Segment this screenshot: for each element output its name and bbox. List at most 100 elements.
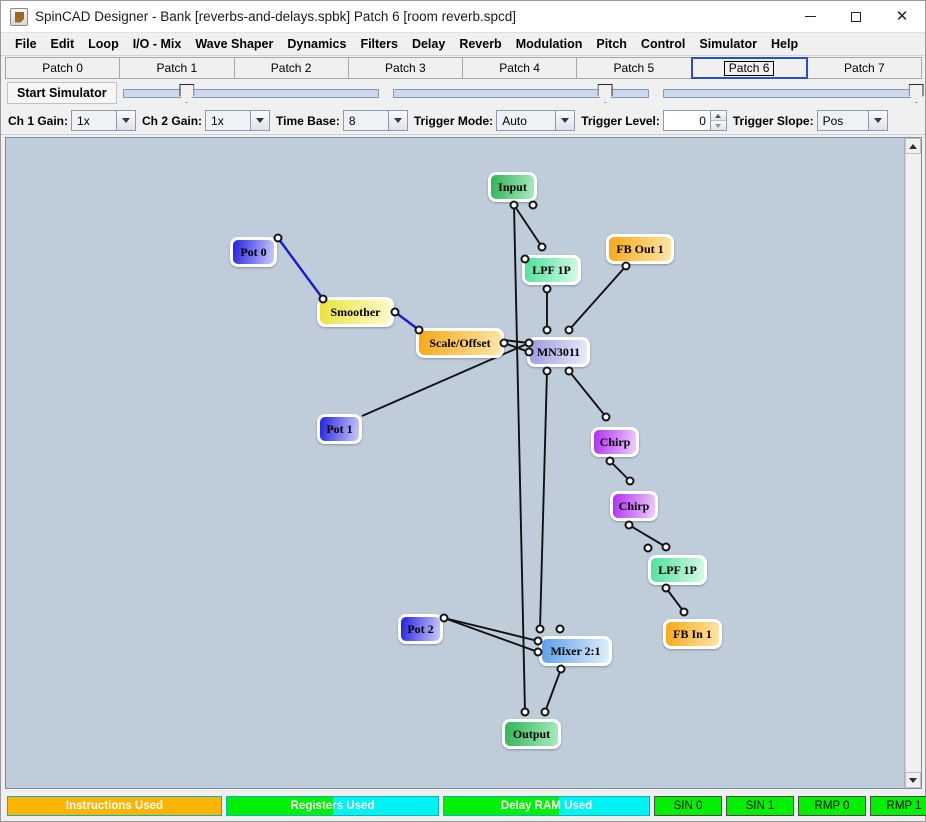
menu-item-edit[interactable]: Edit — [44, 35, 82, 53]
node-port[interactable] — [533, 647, 543, 657]
chevron-down-icon[interactable] — [250, 111, 270, 130]
node-chirp_b[interactable]: Chirp — [610, 491, 658, 521]
node-pot1[interactable]: Pot 1 — [317, 414, 362, 444]
node-port[interactable] — [535, 624, 545, 634]
tab-patch-4[interactable]: Patch 4 — [462, 57, 578, 79]
node-port[interactable] — [621, 261, 631, 271]
node-port[interactable] — [661, 542, 671, 552]
menu-item-modulation[interactable]: Modulation — [509, 35, 590, 53]
close-button[interactable]: ✕ — [879, 1, 925, 32]
node-port[interactable] — [625, 476, 635, 486]
slider-thumb[interactable] — [597, 84, 613, 103]
wire[interactable] — [277, 237, 324, 300]
node-output[interactable]: Output — [502, 719, 561, 749]
chevron-down-icon[interactable] — [555, 111, 575, 130]
tab-patch-7[interactable]: Patch 7 — [806, 57, 922, 79]
node-port[interactable] — [537, 242, 547, 252]
node-input[interactable]: Input — [488, 172, 537, 202]
node-port[interactable] — [318, 294, 328, 304]
slider-thumb[interactable] — [908, 84, 924, 103]
node-port[interactable] — [605, 456, 615, 466]
node-port[interactable] — [414, 325, 424, 335]
menu-item-reverb[interactable]: Reverb — [452, 35, 508, 53]
menu-item-loop[interactable]: Loop — [81, 35, 126, 53]
menu-item-pitch[interactable]: Pitch — [589, 35, 634, 53]
node-port[interactable] — [524, 338, 534, 348]
simulator-slider-3[interactable] — [662, 81, 924, 105]
wire[interactable] — [568, 370, 607, 418]
node-port[interactable] — [540, 707, 550, 717]
node-port[interactable] — [564, 325, 574, 335]
node-port[interactable] — [556, 664, 566, 674]
menu-item-control[interactable]: Control — [634, 35, 692, 53]
menu-item-i-o-mix[interactable]: I/O - Mix — [126, 35, 189, 53]
node-port[interactable] — [273, 233, 283, 243]
node-port[interactable] — [679, 607, 689, 617]
slider-thumb[interactable] — [179, 84, 195, 103]
node-port[interactable] — [524, 347, 534, 357]
node-port[interactable] — [528, 200, 538, 210]
chevron-down-icon[interactable] — [116, 111, 136, 130]
trigger-level-value[interactable]: 0 — [663, 111, 710, 130]
tab-patch-3[interactable]: Patch 3 — [347, 57, 463, 79]
chevron-down-icon[interactable] — [867, 111, 887, 130]
node-port[interactable] — [661, 583, 671, 593]
node-port[interactable] — [390, 307, 400, 317]
node-fbout1[interactable]: FB Out 1 — [606, 234, 674, 264]
stepper-down-icon[interactable] — [710, 121, 726, 130]
node-port[interactable] — [439, 613, 449, 623]
simulator-slider-1[interactable] — [122, 81, 379, 105]
node-smoother[interactable]: Smoother — [317, 297, 394, 327]
ch1-gain-select[interactable]: 1x — [71, 110, 137, 131]
menu-item-delay[interactable]: Delay — [405, 35, 452, 53]
node-pot0[interactable]: Pot 0 — [230, 237, 277, 267]
scroll-down-icon[interactable] — [905, 772, 921, 788]
canvas-vertical-scrollbar[interactable] — [904, 138, 921, 788]
trigger-level-stepper[interactable]: 0 — [662, 110, 727, 131]
tab-patch-1[interactable]: Patch 1 — [119, 57, 235, 79]
node-port[interactable] — [564, 366, 574, 376]
node-port[interactable] — [624, 520, 634, 530]
wire[interactable] — [544, 668, 562, 713]
minimize-button[interactable] — [787, 1, 833, 32]
simulator-slider-2[interactable] — [392, 81, 649, 105]
menu-item-file[interactable]: File — [8, 35, 44, 53]
node-port[interactable] — [542, 284, 552, 294]
node-port[interactable] — [643, 543, 653, 553]
node-port[interactable] — [509, 200, 519, 210]
node-port[interactable] — [520, 254, 530, 264]
scroll-up-icon[interactable] — [905, 138, 921, 154]
node-mixer21[interactable]: Mixer 2:1 — [539, 636, 612, 666]
trigger-mode-select[interactable]: Auto — [496, 110, 576, 131]
tab-patch-6[interactable]: Patch 6 — [690, 57, 808, 79]
wire[interactable] — [513, 204, 543, 248]
node-port[interactable] — [520, 707, 530, 717]
menu-item-dynamics[interactable]: Dynamics — [280, 35, 353, 53]
maximize-button[interactable] — [833, 1, 879, 32]
tab-patch-5[interactable]: Patch 5 — [576, 57, 692, 79]
menu-item-filters[interactable]: Filters — [353, 35, 405, 53]
tab-patch-2[interactable]: Patch 2 — [233, 57, 349, 79]
tab-patch-0[interactable]: Patch 0 — [5, 57, 121, 79]
start-simulator-button[interactable]: Start Simulator — [7, 82, 117, 104]
trigger-slope-select[interactable]: Pos — [816, 110, 888, 131]
node-port[interactable] — [542, 325, 552, 335]
node-port[interactable] — [555, 624, 565, 634]
node-port[interactable] — [499, 338, 509, 348]
node-port[interactable] — [533, 636, 543, 646]
node-mn3011[interactable]: MN3011 — [527, 337, 590, 367]
node-port[interactable] — [601, 412, 611, 422]
menu-item-wave-shaper[interactable]: Wave Shaper — [188, 35, 280, 53]
node-pot2[interactable]: Pot 2 — [398, 614, 443, 644]
patch-canvas[interactable]: Input Pot 0 FB Out 1 LPF 1P Smoother Scale/Of… — [6, 138, 904, 788]
menu-item-help[interactable]: Help — [764, 35, 805, 53]
node-scaleoff[interactable]: Scale/Offset — [416, 328, 504, 358]
node-chirp_a[interactable]: Chirp — [591, 427, 639, 457]
wire[interactable] — [539, 370, 548, 630]
node-lpf1p_a[interactable]: LPF 1P — [522, 255, 581, 285]
stepper-up-icon[interactable] — [710, 111, 726, 121]
menu-item-simulator[interactable]: Simulator — [692, 35, 764, 53]
node-port[interactable] — [542, 366, 552, 376]
scrollbar-track[interactable] — [905, 154, 921, 772]
time-base-select[interactable]: 8 — [342, 110, 408, 131]
